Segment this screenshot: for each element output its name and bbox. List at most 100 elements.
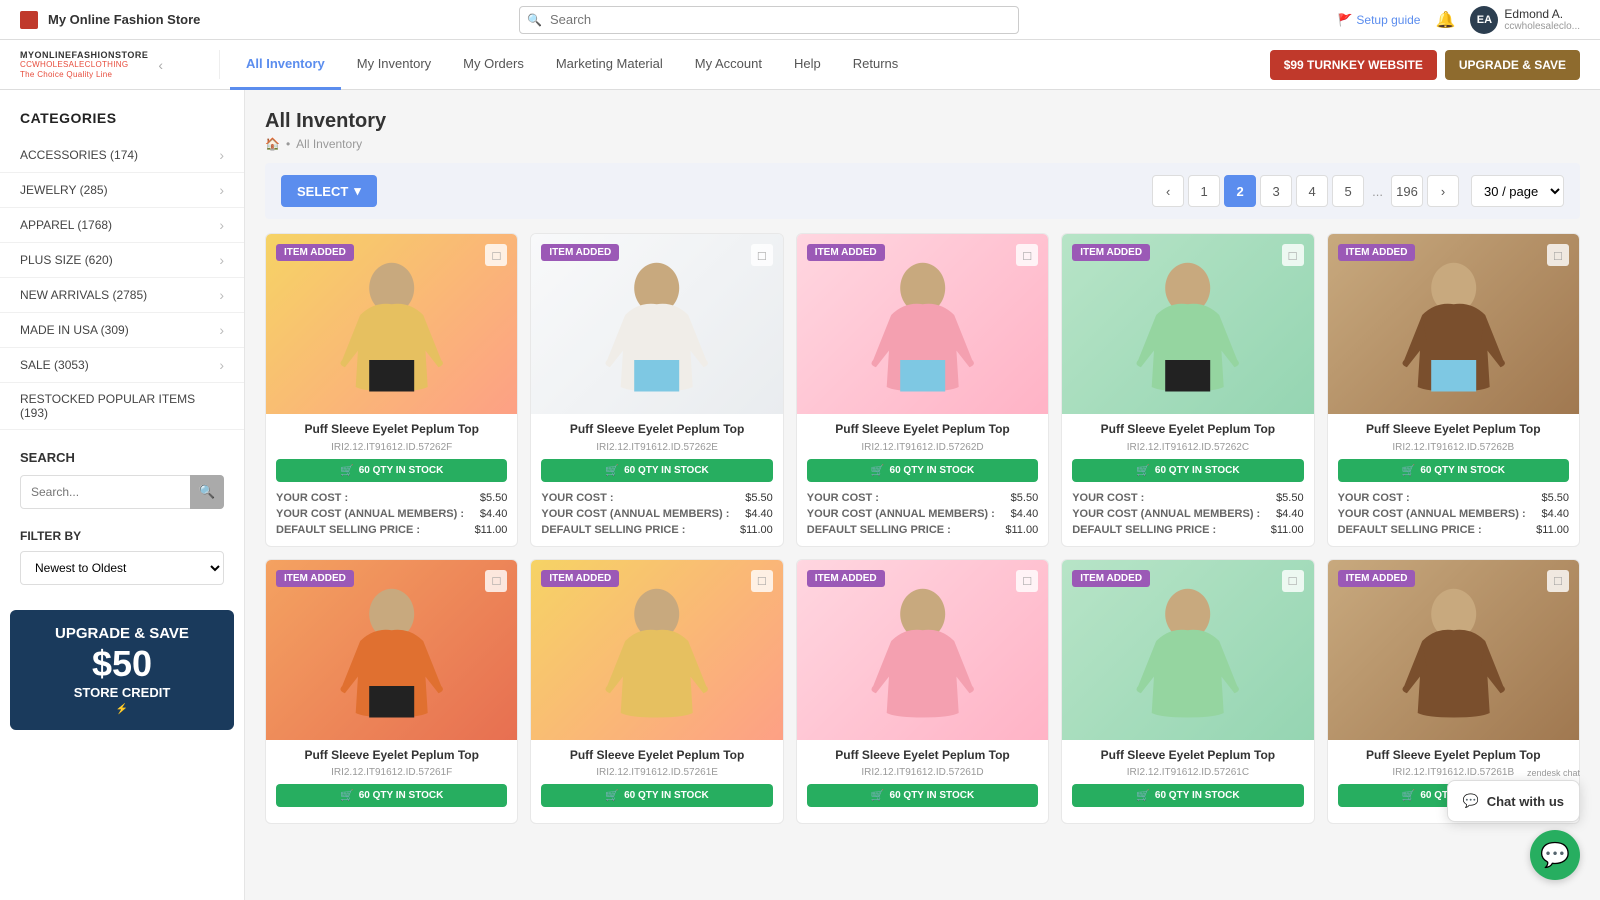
annual-value: $4.40: [480, 508, 508, 520]
page-header: All Inventory 🏠 • All Inventory: [265, 110, 1580, 151]
stock-text: 60 QTY IN STOCK: [1155, 465, 1240, 476]
stock-text: 60 QTY IN STOCK: [359, 465, 444, 476]
product-sku: IRI2.12.IT91612.ID.57262E: [541, 442, 772, 453]
cart-icon: 🛒: [871, 464, 885, 477]
sidebar-search-button[interactable]: 🔍: [190, 475, 224, 509]
top-bar: My Online Fashion Store 🔍 🚩 Setup guide …: [0, 0, 1600, 40]
nav-actions: $99 TURNKEY WEBSITE UPGRADE & SAVE: [1270, 50, 1580, 80]
cost-value: $5.50: [480, 492, 508, 504]
category-label: MADE IN USA (309): [20, 323, 129, 337]
product-figure: [1062, 234, 1313, 414]
bookmark-icon[interactable]: □: [1016, 244, 1038, 266]
stock-badge: 🛒 60 QTY IN STOCK: [1338, 459, 1569, 482]
product-figure: [797, 560, 1048, 740]
bookmark-icon[interactable]: □: [485, 570, 507, 592]
page-button-2[interactable]: 2: [1224, 175, 1256, 207]
turnkey-website-button[interactable]: $99 TURNKEY WEBSITE: [1270, 50, 1437, 80]
category-apparel[interactable]: APPAREL (1768) ›: [0, 208, 244, 243]
next-page-button[interactable]: ›: [1427, 175, 1459, 207]
nav-link-marketing[interactable]: Marketing Material: [540, 40, 679, 90]
category-made-in-usa[interactable]: MADE IN USA (309) ›: [0, 313, 244, 348]
default-label: DEFAULT SELLING PRICE :: [541, 524, 685, 536]
chat-icon: 💬: [1463, 793, 1479, 809]
nav-link-all-inventory[interactable]: All Inventory: [230, 40, 341, 90]
bookmark-icon[interactable]: □: [1282, 244, 1304, 266]
search-title: SEARCH: [20, 450, 224, 465]
main-layout: CATEGORIES ACCESSORIES (174) › JEWELRY (…: [0, 90, 1600, 900]
product-figure: [797, 234, 1048, 414]
nav-links: All Inventory My Inventory My Orders Mar…: [220, 40, 1270, 90]
nav-link-my-inventory[interactable]: My Inventory: [341, 40, 447, 90]
breadcrumb: 🏠 • All Inventory: [265, 137, 1580, 151]
content-area: All Inventory 🏠 • All Inventory SELECT ▾…: [245, 90, 1600, 900]
product-card: ITEM ADDED □ Puff Sleeve Eyelet Peplum T…: [1061, 233, 1314, 547]
promo-small: ⚡: [22, 704, 222, 715]
category-sale[interactable]: SALE (3053) ›: [0, 348, 244, 383]
bookmark-icon[interactable]: □: [485, 244, 507, 266]
global-search-input[interactable]: [519, 6, 1019, 34]
breadcrumb-current: All Inventory: [296, 137, 362, 151]
item-added-badge: ITEM ADDED: [541, 244, 619, 261]
category-accessories[interactable]: ACCESSORIES (174) ›: [0, 138, 244, 173]
chevron-right-icon: ›: [219, 322, 224, 338]
promo-title: UPGRADE & SAVE: [22, 625, 222, 643]
sidebar-search-section: SEARCH 🔍: [0, 430, 244, 519]
price-row-cost: YOUR COST : $5.50: [276, 490, 507, 506]
upgrade-save-button[interactable]: UPGRADE & SAVE: [1445, 50, 1580, 80]
flag-icon: 🚩: [1337, 13, 1352, 27]
sidebar-toggle-icon[interactable]: ‹: [158, 57, 163, 73]
page-button-5[interactable]: 5: [1332, 175, 1364, 207]
price-row-cost: YOUR COST : $5.50: [807, 490, 1038, 506]
product-name: Puff Sleeve Eyelet Peplum Top: [1338, 748, 1569, 764]
chat-open-button[interactable]: 💬: [1530, 830, 1580, 880]
chevron-right-icon: ›: [219, 217, 224, 233]
bookmark-icon[interactable]: □: [1282, 570, 1304, 592]
page-button-4[interactable]: 4: [1296, 175, 1328, 207]
cart-icon: 🛒: [1402, 464, 1416, 477]
page-button-3[interactable]: 3: [1260, 175, 1292, 207]
product-image: [531, 234, 782, 414]
chat-bubble[interactable]: 💬 Chat with us: [1447, 780, 1580, 822]
per-page-select[interactable]: 30 / page 60 / page 90 / page: [1471, 175, 1564, 207]
nav-link-my-orders[interactable]: My Orders: [447, 40, 540, 90]
cost-label: YOUR COST :: [1338, 492, 1410, 504]
category-jewelry[interactable]: JEWELRY (285) ›: [0, 173, 244, 208]
setup-guide-label: Setup guide: [1356, 13, 1420, 27]
category-restocked[interactable]: RESTOCKED POPULAR ITEMS (193): [0, 383, 244, 430]
chevron-right-icon: ›: [219, 147, 224, 163]
bookmark-icon[interactable]: □: [1547, 244, 1569, 266]
bookmark-icon[interactable]: □: [751, 570, 773, 592]
page-button-196[interactable]: 196: [1391, 175, 1423, 207]
category-plus-size[interactable]: PLUS SIZE (620) ›: [0, 243, 244, 278]
setup-guide-link[interactable]: 🚩 Setup guide: [1337, 13, 1420, 27]
bookmark-icon[interactable]: □: [1016, 570, 1038, 592]
product-sku: IRI2.12.IT91612.ID.57262D: [807, 442, 1038, 453]
product-info: Puff Sleeve Eyelet Peplum Top IRI2.12.IT…: [1062, 740, 1313, 824]
filter-sort-select[interactable]: Newest to Oldest Oldest to Newest Price:…: [20, 551, 224, 585]
promo-banner[interactable]: UPGRADE & SAVE $50 STORE CREDIT ⚡: [10, 610, 234, 730]
cart-icon: 🛒: [340, 464, 354, 477]
bookmark-icon[interactable]: □: [751, 244, 773, 266]
cost-label: YOUR COST :: [1072, 492, 1144, 504]
select-button[interactable]: SELECT ▾: [281, 175, 377, 207]
price-row-default: DEFAULT SELLING PRICE : $11.00: [276, 522, 507, 538]
pagination-ellipsis: ...: [1368, 184, 1387, 199]
product-card: ITEM ADDED □ Puff Sleeve Eyelet Peplum T…: [1327, 233, 1580, 547]
cart-icon: 🛒: [1402, 789, 1416, 802]
nav-link-returns[interactable]: Returns: [837, 40, 915, 90]
page-button-1[interactable]: 1: [1188, 175, 1220, 207]
product-sku: IRI2.12.IT91612.ID.57262C: [1072, 442, 1303, 453]
annual-value: $4.40: [745, 508, 773, 520]
notifications-icon[interactable]: 🔔: [1435, 10, 1455, 30]
price-row-annual: YOUR COST (ANNUAL MEMBERS) : $4.40: [1338, 506, 1569, 522]
category-label: APPAREL (1768): [20, 218, 112, 232]
category-new-arrivals[interactable]: NEW ARRIVALS (2785) ›: [0, 278, 244, 313]
promo-sub: STORE CREDIT: [22, 685, 222, 700]
prev-page-button[interactable]: ‹: [1152, 175, 1184, 207]
bookmark-icon[interactable]: □: [1547, 570, 1569, 592]
nav-link-my-account[interactable]: My Account: [679, 40, 778, 90]
nav-link-help[interactable]: Help: [778, 40, 837, 90]
stock-text: 60 QTY IN STOCK: [1420, 465, 1505, 476]
item-added-badge: ITEM ADDED: [1072, 244, 1150, 261]
product-figure: [531, 560, 782, 740]
